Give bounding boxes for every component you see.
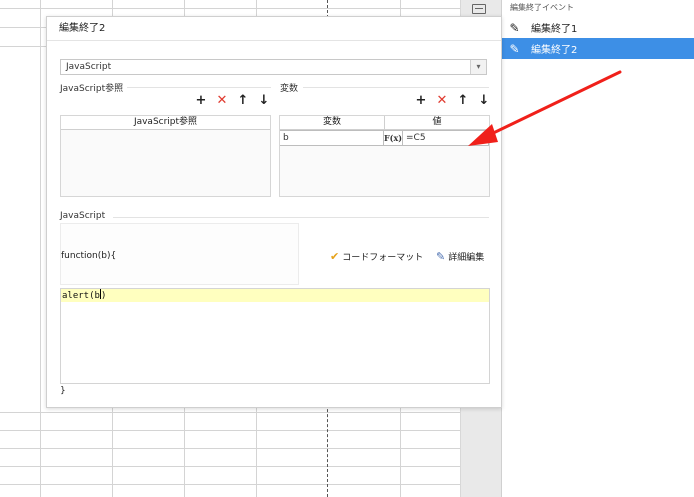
move-down-variable-button[interactable]: ↓: [478, 93, 490, 108]
event-panel: 編集終了イベント ✎ 編集終了1 ✎ 編集終了2: [502, 0, 694, 497]
code-format-button[interactable]: ✔ コードフォーマット: [330, 250, 423, 263]
column-header-value: 値: [432, 117, 442, 127]
grid-row-line: [0, 484, 460, 485]
brush-icon: ✔: [330, 250, 340, 263]
table-row: b F(x) =C5: [280, 130, 489, 146]
variables-label: 変数: [280, 84, 299, 94]
section-divider: [127, 87, 271, 88]
function-signature: function(b){: [61, 251, 117, 261]
js-refs-label: JavaScript参照: [60, 84, 124, 94]
column-header-name: 変数: [322, 117, 341, 127]
function-signature-area: function(b){: [60, 223, 299, 285]
event-item-label: 編集終了1: [531, 24, 578, 35]
language-select[interactable]: JavaScript ▾: [60, 59, 487, 75]
formula-icon[interactable]: F(x): [384, 130, 402, 146]
panel-toggle-icon[interactable]: [472, 4, 486, 14]
section-divider: [113, 217, 489, 218]
detail-edit-button[interactable]: ✎ 詳細編集: [436, 250, 484, 263]
grid-column-line: [40, 0, 41, 497]
function-closing-brace: }: [60, 386, 66, 396]
event-item-2[interactable]: ✎ 編集終了2: [502, 38, 694, 59]
edit-document-icon: ✎: [436, 250, 446, 263]
grid-row-line: [0, 8, 460, 9]
code-editor[interactable]: alert(b): [60, 288, 490, 384]
code-line[interactable]: alert(b): [61, 289, 489, 302]
add-ref-button[interactable]: +: [195, 93, 207, 108]
event-item-label: 編集終了2: [531, 45, 578, 56]
code-format-label: コードフォーマット: [342, 253, 424, 263]
code-text: alert(b: [62, 291, 100, 301]
js-refs-grid-header: JavaScript参照: [61, 116, 270, 130]
code-text-end: ): [100, 291, 107, 301]
variable-name-field[interactable]: b: [280, 130, 384, 146]
variables-toolbar: + ✕ ↑ ↓: [415, 93, 490, 108]
grid-row-line: [0, 430, 460, 431]
variable-value-field[interactable]: =C5: [402, 130, 489, 146]
column-header: JavaScript参照: [133, 117, 198, 127]
js-refs-grid[interactable]: JavaScript参照: [60, 115, 271, 197]
language-select-value: JavaScript: [66, 62, 112, 72]
grid-row-line: [0, 412, 460, 413]
add-variable-button[interactable]: +: [415, 93, 427, 108]
event-item-1[interactable]: ✎ 編集終了1: [502, 17, 694, 38]
grid-row-line: [0, 466, 460, 467]
grid-row-line: [0, 448, 460, 449]
pencil-icon: ✎: [509, 41, 520, 56]
move-down-ref-button[interactable]: ↓: [258, 93, 270, 108]
variables-grid: 変数 値 b F(x) =C5: [279, 115, 490, 197]
pencil-icon: ✎: [509, 20, 520, 35]
detail-edit-label: 詳細編集: [448, 253, 485, 263]
chevron-down-icon[interactable]: ▾: [470, 60, 486, 74]
delete-variable-button[interactable]: ✕: [436, 93, 448, 108]
event-panel-header: 編集終了イベント: [510, 3, 574, 12]
dialog-title: 編集終了2: [47, 17, 501, 41]
javascript-label: JavaScript: [60, 211, 106, 221]
section-divider: [303, 87, 489, 88]
move-up-ref-button[interactable]: ↑: [237, 93, 249, 108]
variables-grid-header: 変数 値: [280, 116, 489, 130]
event-editor-dialog: 編集終了2 JavaScript ▾ JavaScript参照 + ✕ ↑ ↓ …: [46, 16, 502, 408]
move-up-variable-button[interactable]: ↑: [457, 93, 469, 108]
js-refs-toolbar: + ✕ ↑ ↓: [195, 93, 270, 108]
delete-ref-button[interactable]: ✕: [216, 93, 228, 108]
